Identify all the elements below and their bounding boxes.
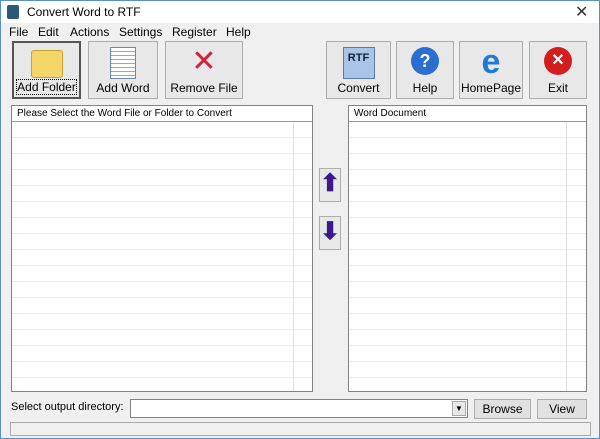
- source-file-list[interactable]: Please Select the Word File or Folder to…: [11, 105, 313, 392]
- exit-label: Exit: [547, 81, 568, 95]
- homepage-button[interactable]: e HomePage: [459, 41, 523, 99]
- word-document-list[interactable]: Word Document: [348, 105, 587, 392]
- help-label: Help: [412, 81, 438, 95]
- output-directory-combobox[interactable]: ▼: [130, 399, 468, 418]
- move-down-button[interactable]: ⬇: [319, 216, 341, 250]
- browse-button[interactable]: Browse: [474, 399, 531, 419]
- word-document-icon: [110, 47, 136, 79]
- window-title: Convert Word to RTF: [27, 5, 141, 19]
- rtf-icon: RTF: [342, 47, 375, 79]
- move-up-button[interactable]: ⬆: [319, 168, 341, 202]
- help-icon: ?: [411, 47, 439, 75]
- output-directory-label: Select output directory:: [11, 401, 124, 413]
- menu-bar: File Edit Actions Settings Register Help: [1, 23, 599, 40]
- view-button[interactable]: View: [537, 399, 587, 419]
- status-bar: [10, 422, 591, 436]
- menu-settings[interactable]: Settings: [119, 25, 162, 39]
- x-icon: ✕: [191, 45, 217, 78]
- menu-help[interactable]: Help: [226, 25, 251, 39]
- close-button[interactable]: ✕: [575, 2, 588, 22]
- homepage-label: HomePage: [460, 81, 522, 95]
- convert-label: Convert: [337, 81, 380, 95]
- convert-button[interactable]: RTF Convert: [326, 41, 391, 99]
- remove-file-button[interactable]: ✕ Remove File: [165, 41, 243, 99]
- add-folder-button[interactable]: Add Folder: [12, 41, 81, 99]
- app-icon: [7, 5, 19, 19]
- remove-file-label: Remove File: [170, 81, 238, 95]
- menu-register[interactable]: Register: [172, 25, 217, 39]
- menu-actions[interactable]: Actions: [70, 25, 109, 39]
- folder-icon: [30, 50, 63, 78]
- add-word-button[interactable]: Add Word: [88, 41, 158, 99]
- menu-edit[interactable]: Edit: [38, 25, 59, 39]
- exit-icon: ✕: [544, 47, 572, 75]
- add-word-label: Add Word: [96, 81, 150, 95]
- exit-button[interactable]: ✕ Exit: [529, 41, 587, 99]
- dropdown-arrow-icon[interactable]: ▼: [452, 401, 466, 416]
- add-folder-label: Add Folder: [16, 79, 77, 95]
- internet-explorer-icon: e: [481, 43, 501, 81]
- menu-file[interactable]: File: [9, 25, 28, 39]
- help-button[interactable]: ? Help: [396, 41, 454, 99]
- word-document-header[interactable]: Word Document: [349, 106, 586, 122]
- source-list-header[interactable]: Please Select the Word File or Folder to…: [12, 106, 312, 122]
